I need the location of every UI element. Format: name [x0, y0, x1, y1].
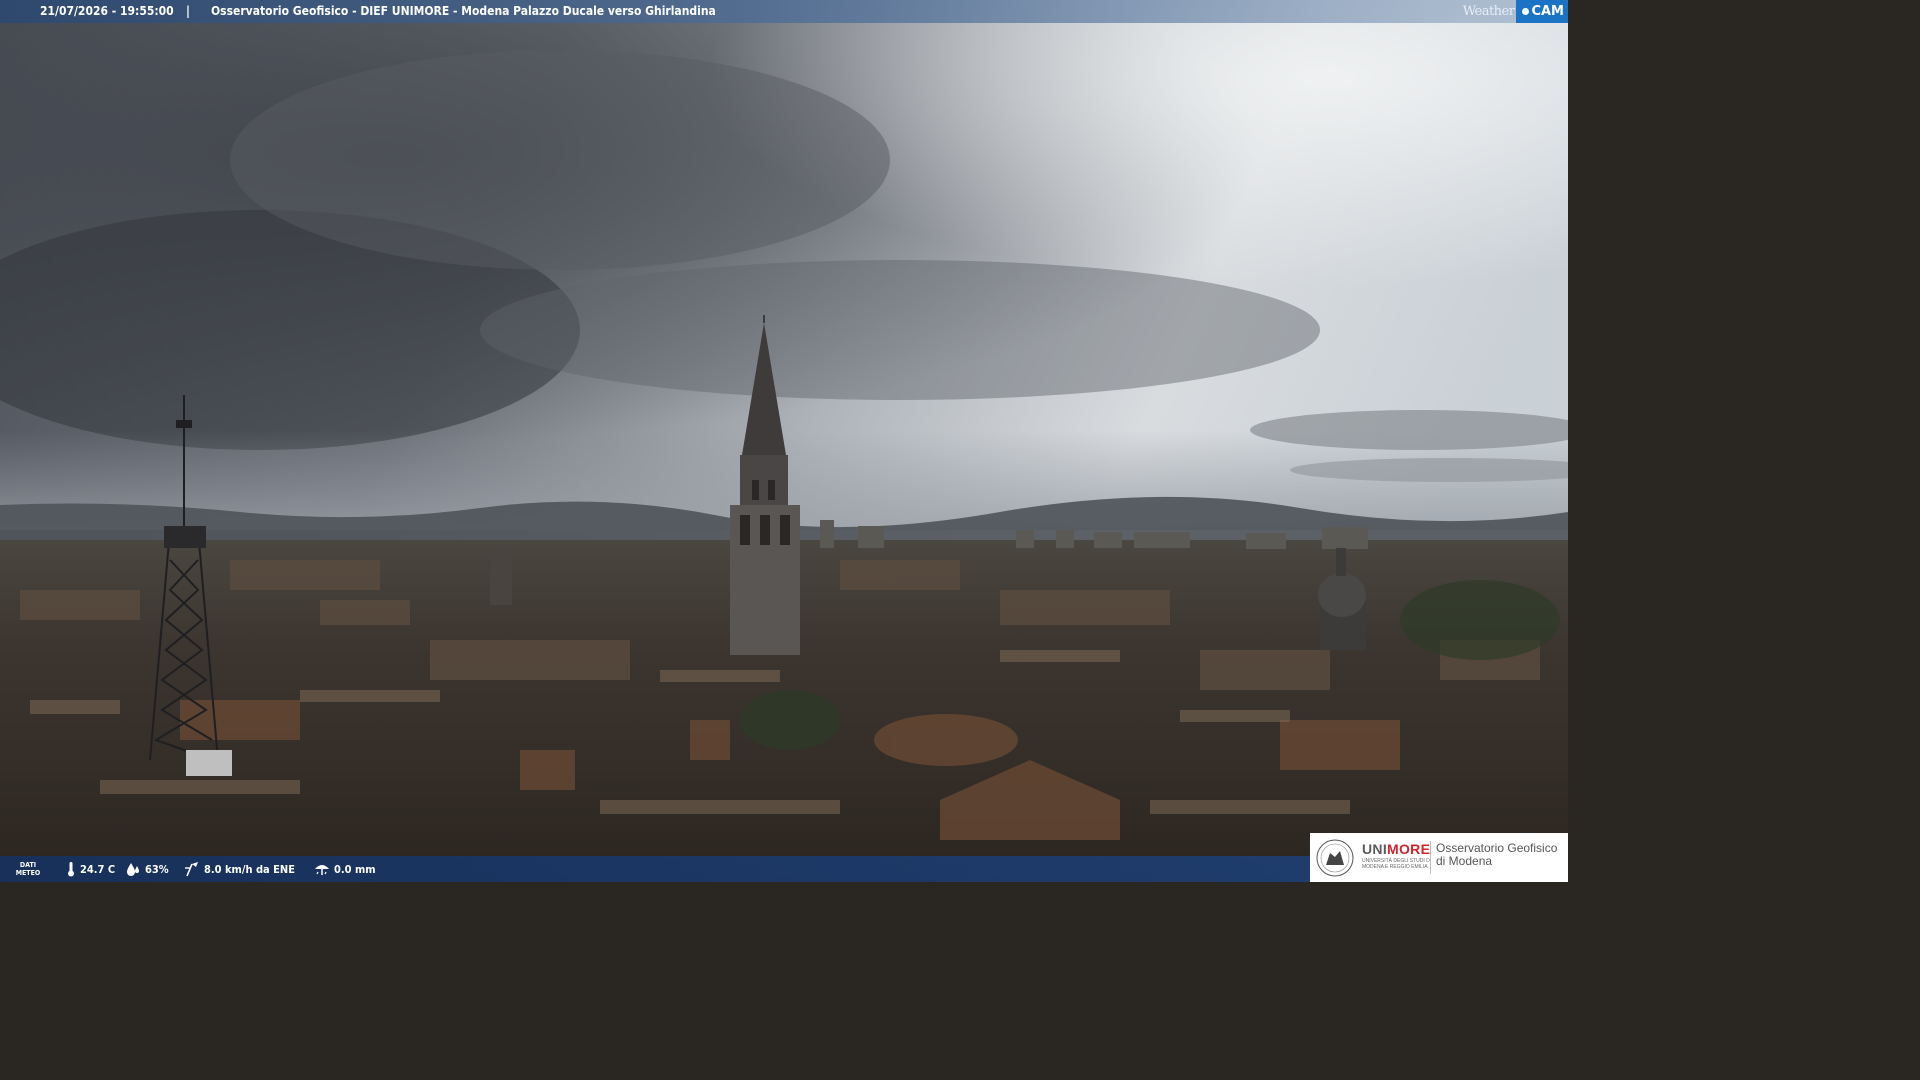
webcam-image: [0, 0, 1568, 882]
unimore-logo-panel: UNIMORE UNIVERSITÀ DEGLI STUDI DI MODENA…: [1310, 833, 1568, 882]
camera-title: Osservatorio Geofisico - DIEF UNIMORE - …: [211, 4, 716, 18]
separator: |: [186, 4, 190, 18]
unimore-uni: UNI: [1362, 841, 1388, 857]
temperature-reading: 24.7 C: [66, 856, 115, 882]
dati-label: DATI: [19, 861, 37, 869]
wind-icon: [185, 862, 198, 877]
rain-icon: [315, 865, 329, 875]
weathercam-logo-weather: Weather: [1462, 4, 1515, 19]
unimore-more: MORE: [1387, 841, 1431, 857]
humidity-value: 63%: [145, 862, 169, 876]
university-seal-icon: [1316, 839, 1354, 877]
thermometer-icon: [68, 862, 74, 877]
dati-meteo-label: DATI METEO: [12, 861, 44, 877]
rain-reading: 0.0 mm: [314, 856, 376, 882]
camera-dot-icon: [1522, 8, 1530, 15]
observatory-name: Osservatorio Geofisico di Modena: [1436, 842, 1557, 868]
timestamp: 21/07/2026 - 19:55:00: [40, 4, 174, 18]
humidity-reading: 63%: [125, 856, 169, 882]
meteo-label: METEO: [15, 869, 41, 877]
observatory-line-2: di Modena: [1436, 854, 1493, 868]
weathercam-logo-cam: CAM: [1516, 0, 1568, 23]
wind-value: 8.0 km/h da ENE: [204, 862, 295, 876]
temperature-value: 24.7 C: [80, 862, 116, 876]
unimore-subtitle: UNIVERSITÀ DEGLI STUDI DI MODENA E REGGI…: [1362, 858, 1432, 870]
logo-divider: [1430, 841, 1431, 874]
unimore-wordmark: UNIMORE: [1362, 841, 1430, 857]
weathercam-logo-cam-text: CAM: [1531, 4, 1564, 19]
weather-data-bar: DATI METEO 24.7 C 63% 8.0 km/h da ENE 0.…: [0, 856, 1310, 882]
top-info-bar: 21/07/2026 - 19:55:00 | Osservatorio Geo…: [0, 0, 1568, 23]
wind-reading: 8.0 km/h da ENE: [184, 856, 295, 882]
humidity-drop-icon: [127, 863, 139, 876]
weathercam-logo: Weather CAM: [1463, 0, 1568, 23]
rain-value: 0.0 mm: [334, 862, 376, 876]
